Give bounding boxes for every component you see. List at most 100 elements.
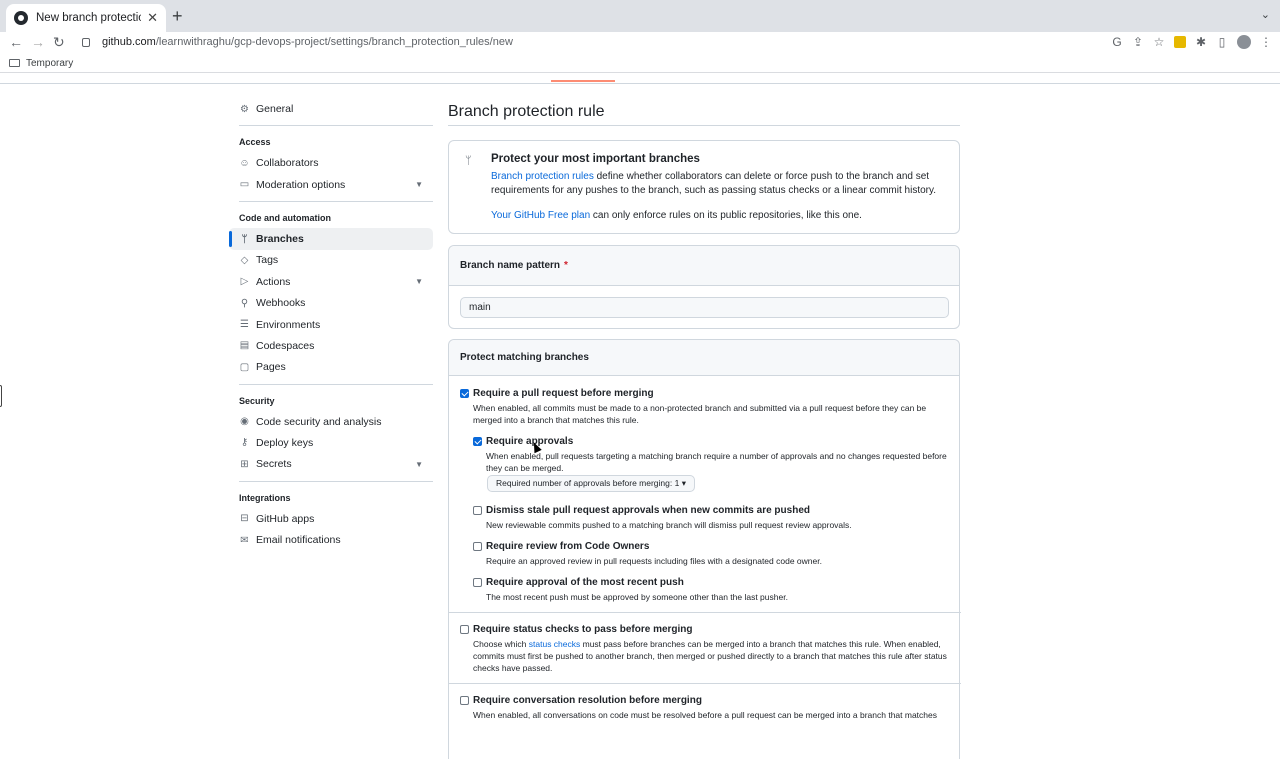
rule-description: Require an approved review in pull reque… [486, 556, 822, 566]
address-bar[interactable]: github.com/learnwithraghu/gcp-devops-pro… [72, 32, 1168, 52]
recent-push-checkbox[interactable] [473, 578, 482, 587]
browser-toolbar: ← → ↻ github.com/learnwithraghu/gcp-devo… [0, 32, 1280, 54]
tab-title: New branch protection rule [36, 12, 141, 24]
code-owners-checkbox[interactable] [473, 542, 482, 551]
play-icon: ▷ [240, 276, 249, 288]
kebab-menu-icon[interactable]: ⋮ [1260, 34, 1272, 50]
close-tab-icon[interactable]: ✕ [147, 10, 158, 26]
browser-tab[interactable]: New branch protection rule ✕ [6, 4, 166, 32]
branch-pattern-box: Branch name pattern * main [448, 245, 960, 329]
chevron-down-icon: ▼ [415, 459, 423, 469]
profile-avatar[interactable] [1237, 35, 1251, 49]
branch-pattern-header: Branch name pattern * [449, 246, 959, 286]
info-title: Protect your most important branches [491, 153, 700, 165]
server-icon: ☰ [240, 319, 249, 331]
apps-icon: ⊟ [240, 513, 249, 525]
bookmark-temporary[interactable]: Temporary [26, 58, 73, 69]
gear-icon: ⚙ [240, 103, 249, 115]
protect-branches-box: Protect matching branches Require a pull… [448, 339, 961, 759]
rule-separator [449, 612, 961, 613]
rule-separator [449, 683, 961, 684]
sidebar-item-codespaces[interactable]: ▤ Codespaces [229, 335, 433, 357]
chevron-down-icon: ▼ [415, 180, 423, 190]
rule-description: Choose which status checks must pass bef… [473, 639, 947, 673]
new-tab-icon[interactable]: + [172, 6, 183, 26]
branch-protection-rules-link[interactable]: Branch protection rules [491, 171, 594, 182]
folder-icon [9, 59, 20, 67]
rule-description: When enabled, all commits must be made t… [473, 403, 927, 425]
page-title: Branch protection rule [448, 98, 960, 126]
sidebar-item-code-security[interactable]: ◉ Code security and analysis [229, 411, 433, 433]
sidebar-item-deploy-keys[interactable]: ⚷ Deploy keys [229, 432, 433, 454]
header-divider [0, 83, 1280, 84]
sidebar-item-actions[interactable]: ▷ Actions ▼ [229, 271, 433, 293]
sidebar-divider [239, 125, 433, 127]
codescan-icon: ◉ [240, 416, 249, 428]
rule-title: Dismiss stale pull request approvals whe… [486, 505, 810, 516]
sidebar-heading-security: Security [239, 395, 275, 406]
tag-icon: ◇ [240, 254, 249, 266]
sidebar-item-secrets[interactable]: ⊞ Secrets ▼ [229, 453, 433, 475]
back-icon[interactable]: ← [9, 33, 23, 51]
rule-title: Require conversation resolution before m… [473, 695, 702, 706]
main-content: Branch protection rule ᛘ Protect your mo… [448, 98, 961, 759]
free-plan-link[interactable]: Your GitHub Free plan [491, 210, 590, 221]
required-marker: * [564, 260, 568, 271]
google-icon[interactable]: G [1111, 34, 1123, 50]
star-icon[interactable]: ☆ [1153, 34, 1165, 50]
sidebar-item-webhooks[interactable]: ⚲ Webhooks [229, 292, 433, 314]
protect-branches-header: Protect matching branches [449, 340, 959, 376]
extension-badge-icon[interactable] [1174, 36, 1186, 48]
sidebar-item-branches[interactable]: ᛘ Branches [229, 228, 433, 251]
rule-title: Require approval of the most recent push [486, 577, 684, 588]
people-icon: ☺ [239, 157, 250, 169]
status-checks-link[interactable]: status checks [529, 639, 581, 649]
sidebar-item-general[interactable]: ⚙ General [229, 98, 433, 120]
forward-icon[interactable]: → [31, 33, 45, 51]
sidebar-item-tags[interactable]: ◇ Tags [229, 249, 433, 271]
sidebar-heading-access: Access [239, 137, 271, 148]
info-box: ᛘ Protect your most important branches B… [448, 140, 960, 234]
asterisk-icon: ⊞ [240, 458, 249, 470]
require-approvals-checkbox[interactable] [473, 437, 482, 446]
sidebar-item-github-apps[interactable]: ⊟ GitHub apps [229, 508, 433, 530]
share-icon[interactable]: ⇪ [1132, 34, 1144, 50]
sidebar-item-email-notifications[interactable]: ✉ Email notifications [229, 529, 433, 551]
status-checks-checkbox[interactable] [460, 625, 469, 634]
approvals-count-dropdown[interactable]: Required number of approvals before merg… [487, 475, 695, 492]
sidebar-item-environments[interactable]: ☰ Environments [229, 314, 433, 336]
info-text: Branch protection rules define whether c… [491, 171, 937, 196]
sidebar-item-pages[interactable]: ▢ Pages [229, 356, 433, 378]
report-icon: ▭ [239, 179, 250, 191]
browser-tab-bar: New branch protection rule ✕ + ⌄ [0, 0, 1280, 32]
url-text: github.com/learnwithraghu/gcp-devops-pro… [102, 36, 513, 48]
sidebar-item-collaborators[interactable]: ☺ Collaborators [229, 152, 433, 174]
sidebar-heading-code: Code and automation [239, 213, 331, 224]
key-icon: ⚷ [240, 437, 249, 449]
branch-pattern-input[interactable]: main [460, 297, 949, 318]
rule-title: Require approvals [486, 436, 574, 447]
conversation-resolution-checkbox[interactable] [460, 696, 469, 705]
puzzle-icon[interactable]: ✱ [1195, 34, 1207, 50]
sidebar-divider [239, 201, 433, 203]
sidebar-heading-integrations: Integrations [239, 492, 291, 503]
lock-icon [82, 37, 90, 47]
branch-icon: ᛘ [465, 155, 472, 167]
sidepanel-icon[interactable]: ▯ [1216, 34, 1228, 50]
plan-text: Your GitHub Free plan can only enforce r… [491, 210, 862, 221]
chevron-down-icon: ▼ [415, 277, 423, 287]
rule-description: New reviewable commits pushed to a match… [486, 520, 852, 530]
rule-title: Require a pull request before merging [473, 388, 654, 399]
rule-description: When enabled, pull requests targeting a … [486, 451, 947, 473]
require-pr-checkbox[interactable] [460, 389, 469, 398]
rule-description: When enabled, all conversations on code … [473, 710, 938, 720]
reload-icon[interactable]: ↻ [53, 33, 65, 51]
bookmarks-bar: Temporary [0, 54, 1280, 73]
tab-search-chevron-icon[interactable]: ⌄ [1261, 8, 1270, 21]
dismiss-stale-checkbox[interactable] [473, 506, 482, 515]
rule-title: Require review from Code Owners [486, 541, 650, 552]
sidebar-item-moderation[interactable]: ▭ Moderation options ▼ [229, 174, 433, 196]
edge-handle [0, 385, 2, 407]
codespaces-icon: ▤ [239, 340, 250, 352]
active-tab-underline [551, 80, 615, 82]
